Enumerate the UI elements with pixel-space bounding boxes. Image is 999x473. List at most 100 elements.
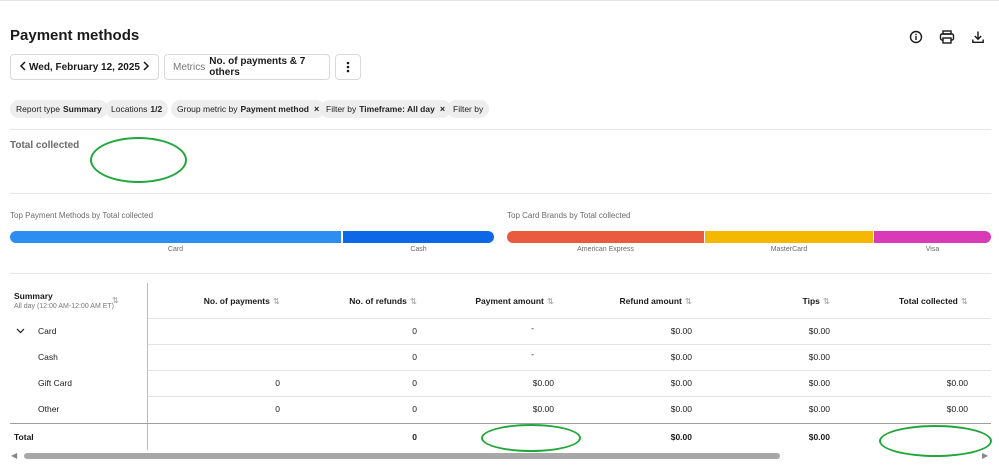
row-divider (148, 396, 991, 397)
chip-label: Group metric by (177, 104, 238, 114)
info-icon[interactable] (906, 27, 926, 47)
expand-chevron-icon[interactable] (16, 326, 25, 336)
chip-label: Locations (111, 104, 148, 114)
column-header-label: No. of payments (203, 296, 270, 306)
column-header-refund-amount[interactable]: Refund amount ⇅ (620, 296, 692, 307)
sort-icon[interactable]: ⇅ (547, 296, 554, 306)
cell: $0.00 (946, 404, 968, 414)
column-header-label: Tips (802, 296, 820, 306)
chip-value: 1/2 (150, 104, 163, 114)
segment-card[interactable] (10, 231, 341, 243)
annotation-circle (481, 424, 581, 452)
cell: 0 (275, 378, 280, 388)
top-border (0, 0, 999, 2)
column-header-label: No. of refunds (349, 296, 407, 306)
segment-label-cash: Cash (410, 246, 427, 253)
metrics-selector[interactable]: Metrics No. of payments & 7 others (164, 54, 330, 80)
total-collected-label: Total collected (10, 140, 80, 151)
chart-title-payment-methods: Top Payment Methods by Total collected (10, 211, 154, 220)
summary-subtitle: All day (12:00 AM-12:00 AM ET) (14, 303, 114, 310)
sort-icon[interactable]: ⇅ (410, 296, 417, 306)
chip-filter-by[interactable]: Filter by (447, 100, 490, 118)
divider (10, 193, 991, 194)
sort-icon[interactable]: ⇅ (685, 296, 692, 306)
chip-locations[interactable]: Locations 1/2 (105, 100, 169, 118)
cell: $0.00 (670, 378, 692, 388)
cell: $0.00 (670, 352, 692, 362)
scrollbar-thumb[interactable] (24, 453, 780, 459)
cell: 0 (412, 352, 417, 362)
column-header-payments[interactable]: No. of payments ⇅ (204, 296, 280, 307)
row-label-card: Card (38, 326, 57, 336)
metrics-label: Metrics (173, 61, 206, 73)
cell: - (531, 349, 534, 359)
metrics-value: No. of payments & 7 others (209, 56, 306, 78)
close-icon[interactable]: × (314, 104, 319, 114)
segment-label-american-express: American Express (577, 246, 634, 253)
scroll-right-icon[interactable]: ▶ (982, 451, 988, 460)
row-label-cash: Cash (38, 352, 58, 362)
sort-icon[interactable]: ⇅ (823, 296, 830, 306)
column-header-label: Total collected (898, 296, 958, 306)
chip-label: Filter by (326, 104, 357, 114)
chip-label: Report type (16, 104, 60, 114)
segment-label-visa: Visa (925, 246, 940, 253)
column-header-total-collected[interactable]: Total collected ⇅ (899, 296, 968, 307)
cell: $0.00 (670, 326, 692, 336)
date-picker[interactable]: Wed, February 12, 2025 (10, 54, 159, 80)
chip-value: Timeframe: All day (359, 104, 435, 114)
column-header-tips[interactable]: Tips ⇅ (803, 296, 830, 307)
chip-group-metric[interactable]: Group metric by Payment method × (171, 100, 326, 118)
row-label-other: Other (38, 404, 60, 414)
chip-report-type[interactable]: Report type Summary (10, 100, 108, 118)
download-icon[interactable] (968, 27, 988, 47)
cell: 0 (275, 404, 280, 414)
chevron-right-icon[interactable] (142, 58, 150, 76)
segment-american-express[interactable] (507, 231, 704, 243)
cell: $0.00 (808, 326, 830, 336)
row-label-gift-card: Gift Card (38, 378, 73, 388)
chevron-left-icon[interactable] (19, 58, 27, 76)
cell: 0 (412, 432, 417, 442)
segment-visa[interactable] (874, 231, 991, 243)
cell: $0.00 (670, 432, 692, 442)
card-brands-bar (507, 231, 991, 243)
segment-cash[interactable] (343, 231, 494, 243)
column-header-payment-amount[interactable]: Payment amount ⇅ (475, 296, 554, 307)
cell: $0.00 (808, 404, 830, 414)
more-options-button[interactable] (335, 54, 361, 80)
sort-icon[interactable]: ⇅ (112, 296, 119, 305)
page-title: Payment methods (10, 27, 140, 44)
cell: 0 (412, 404, 417, 414)
cell: 0 (412, 378, 417, 388)
row-label-total: Total (14, 432, 34, 442)
row-divider (148, 344, 991, 345)
scroll-left-icon[interactable]: ◀ (11, 451, 17, 460)
more-vertical-icon (346, 61, 350, 73)
date-text: Wed, February 12, 2025 (29, 61, 140, 73)
print-icon[interactable] (937, 27, 957, 47)
chip-filter-timeframe[interactable]: Filter by Timeframe: All day × (320, 100, 452, 118)
sort-icon[interactable]: ⇅ (273, 296, 280, 306)
column-header-label: Refund amount (619, 296, 682, 306)
close-icon[interactable]: × (440, 104, 445, 114)
segment-label-card: Card (167, 246, 184, 253)
cell: $0.00 (670, 404, 692, 414)
column-header-refunds[interactable]: No. of refunds ⇅ (349, 296, 417, 307)
row-divider (148, 318, 991, 319)
segment-mastercard[interactable] (705, 231, 873, 243)
cell: $0.00 (808, 378, 830, 388)
cell: $0.00 (532, 378, 554, 388)
chart-title-card-brands: Top Card Brands by Total collected (507, 211, 631, 220)
cell: 0 (412, 326, 417, 336)
cell: - (531, 323, 534, 333)
cell: $0.00 (808, 352, 830, 362)
chip-label: Filter by (453, 104, 484, 114)
column-header-label: Payment amount (475, 296, 544, 306)
cell: $0.00 (808, 432, 830, 442)
sort-icon[interactable]: ⇅ (961, 296, 968, 306)
column-divider (147, 283, 148, 450)
segment-label-mastercard: MasterCard (770, 246, 808, 253)
cell: $0.00 (532, 404, 554, 414)
row-divider (148, 370, 991, 371)
